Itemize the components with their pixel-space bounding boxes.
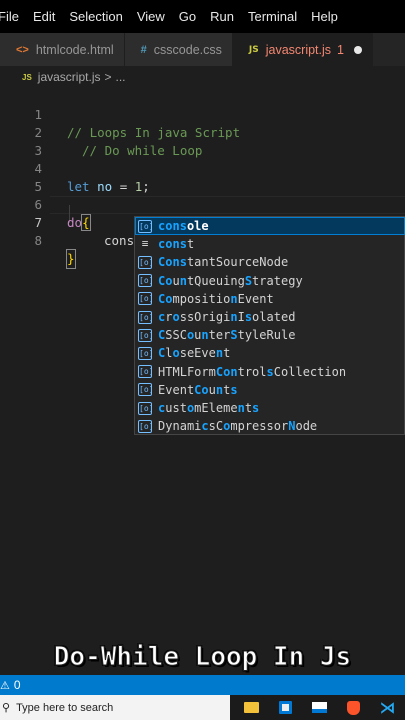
- tab-csscode[interactable]: # csscode.css: [124, 33, 233, 66]
- unsaved-dot-icon[interactable]: [353, 45, 362, 54]
- line-number: 8: [34, 233, 42, 248]
- variable-icon: [o]: [138, 365, 154, 379]
- suggestion-item[interactable]: [o] EventCounts: [135, 381, 405, 399]
- file-explorer-icon[interactable]: [239, 695, 264, 720]
- variable-icon: [o]: [138, 255, 154, 269]
- suggestion-item[interactable]: [o] ConstantSourceNode: [135, 253, 405, 271]
- breadcrumb: JS javascript.js > ...: [0, 66, 405, 88]
- html-file-icon: <>: [16, 43, 29, 56]
- menu-view[interactable]: View: [130, 0, 172, 33]
- js-file-icon: JS: [248, 44, 259, 55]
- variable-icon: [o]: [138, 292, 154, 306]
- windows-taskbar: ⚲ Type here to search ⋊: [0, 695, 405, 720]
- suggestion-label: DynamicsCompressorNode: [158, 419, 318, 434]
- brave-browser-icon[interactable]: [341, 695, 366, 720]
- autocomplete-popup: [o] console ≡ const [o] ConstantSourceNode [o]…: [134, 216, 405, 435]
- search-placeholder: Type here to search: [16, 701, 114, 714]
- variable-icon: [o]: [138, 219, 154, 233]
- menu-terminal[interactable]: Terminal: [241, 0, 304, 33]
- menu-file[interactable]: File: [0, 0, 26, 33]
- status-bar: ⚠ 0: [0, 675, 405, 695]
- suggestion-item[interactable]: [o] DynamicsCompressorNode: [135, 417, 405, 435]
- css-file-icon: #: [140, 43, 147, 56]
- breadcrumb-more[interactable]: ...: [116, 70, 126, 84]
- suggestion-item[interactable]: [o] crossOriginIsolated: [135, 308, 405, 326]
- variable-icon: [o]: [138, 310, 154, 324]
- tab-label: javascript.js: [265, 42, 332, 57]
- variable-icon: [o]: [138, 274, 154, 288]
- js-file-icon: JS: [22, 72, 32, 82]
- variable-icon: [o]: [138, 328, 154, 342]
- variable-icon: [o]: [138, 383, 154, 397]
- editor-tabs: <> htmlcode.html # csscode.css JS javasc…: [0, 33, 405, 66]
- warning-icon[interactable]: ⚠: [0, 679, 10, 692]
- suggestion-label: CSSCounterStyleRule: [158, 328, 296, 343]
- code-line: 3: [0, 124, 405, 158]
- menu-help[interactable]: Help: [304, 0, 345, 33]
- suggestion-item[interactable]: [o] customElements: [135, 399, 405, 417]
- suggestion-item[interactable]: ≡ const: [135, 235, 405, 253]
- code-line: 2 // Do while Loop: [0, 106, 405, 158]
- code-line: 5: [0, 160, 405, 194]
- variable-icon: [o]: [138, 346, 154, 360]
- typed-text: cons: [104, 232, 136, 250]
- menu-bar: File Edit Selection View Go Run Terminal…: [0, 0, 405, 33]
- typed-identifier: cons: [104, 233, 135, 248]
- suggestion-label: CompositionEvent: [158, 291, 274, 306]
- suggestion-label: customElements: [158, 401, 260, 415]
- suggestion-label: EventCounts: [158, 382, 238, 397]
- video-title-overlay: Do-While Loop In Js: [53, 642, 352, 673]
- tab-htmlcode[interactable]: <> htmlcode.html: [0, 33, 125, 66]
- tab-javascript[interactable]: JS javascript.js 1: [232, 33, 373, 66]
- suggestion-item[interactable]: [o] CloseEvent: [135, 344, 405, 362]
- suggestion-item[interactable]: [o] HTMLFormControlsCollection: [135, 363, 405, 381]
- menu-selection[interactable]: Selection: [62, 0, 129, 33]
- code-line: 4 let no = 1;: [0, 142, 405, 194]
- variable-icon: [o]: [138, 401, 154, 415]
- suggestion-item[interactable]: [o] CountQueuingStrategy: [135, 272, 405, 290]
- suggestion-label: CloseEvent: [158, 346, 231, 361]
- suggestion-label: console: [158, 219, 209, 233]
- suggestion-label: crossOriginIsolated: [158, 310, 296, 324]
- problems-count[interactable]: 0: [14, 678, 21, 692]
- search-icon: ⚲: [2, 702, 11, 714]
- menu-run[interactable]: Run: [203, 0, 241, 33]
- breadcrumb-file[interactable]: javascript.js: [38, 70, 101, 84]
- suggestion-label: const: [158, 237, 195, 252]
- suggestion-item[interactable]: [o] CSSCounterStyleRule: [135, 326, 405, 344]
- store-icon[interactable]: [273, 695, 298, 720]
- variable-icon: [o]: [138, 419, 154, 433]
- suggestion-item[interactable]: [o] console: [135, 217, 405, 235]
- tab-label: htmlcode.html: [35, 42, 114, 57]
- suggestion-label: HTMLFormControlsCollection: [158, 364, 347, 379]
- code-line: 6 do{: [0, 178, 405, 231]
- code-line: 7 cons: [0, 196, 405, 249]
- close-brace: }: [66, 249, 76, 269]
- suggestion-item[interactable]: [o] CompositionEvent: [135, 290, 405, 308]
- suggestion-label: CountQueuingStrategy: [158, 273, 303, 288]
- mail-icon[interactable]: [307, 695, 332, 720]
- tab-label: csscode.css: [153, 42, 222, 57]
- chevron-right-icon: >: [104, 70, 112, 84]
- code-line: 1 // Loops In java Script: [0, 88, 405, 140]
- menu-edit[interactable]: Edit: [26, 0, 62, 33]
- vscode-icon[interactable]: ⋊: [375, 695, 400, 720]
- taskbar-search[interactable]: ⚲ Type here to search: [0, 695, 230, 720]
- keyword-icon: ≡: [141, 236, 149, 250]
- suggestion-label: ConstantSourceNode: [158, 255, 289, 270]
- menu-go[interactable]: Go: [172, 0, 203, 33]
- problem-count-badge: 1: [337, 42, 344, 57]
